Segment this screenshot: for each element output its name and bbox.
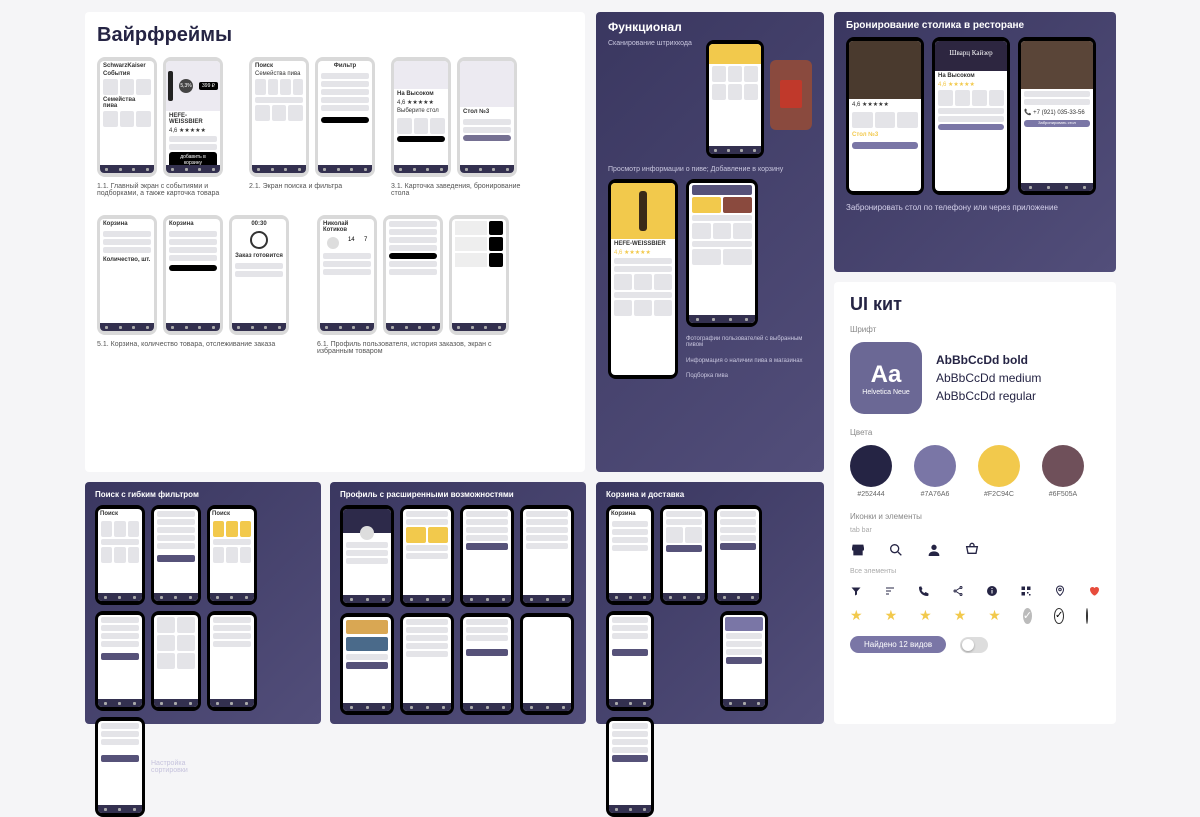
wireframe-home: SchwarzKaiser События Семейства пива [97, 57, 157, 177]
sort-icon [884, 583, 896, 599]
star-icon: ★ [954, 607, 967, 624]
star-icon: ★ [988, 607, 1001, 624]
wireframes-title: Вайрфреймы [97, 24, 573, 47]
functional-title: Функционал [608, 20, 812, 34]
search-icon [888, 542, 904, 558]
circle-icon [1086, 608, 1088, 624]
count-pill[interactable]: Найдено 12 видов [850, 636, 946, 653]
phone-icon [918, 583, 930, 599]
swatch-3: #6F505A [1042, 445, 1084, 498]
booking-contact-phone: 📞 +7 (921) 035-33-56 Забронировать стол [1018, 37, 1096, 195]
star-icon: ★ [885, 607, 898, 624]
booking-caption: Забронировать стол по телефону или через… [846, 203, 1104, 212]
caption-6-1: 6.1. Профиль пользователя, история заказ… [317, 341, 517, 355]
check-filled-icon: ✓ [1023, 608, 1032, 624]
cart-panel: Корзина и доставка Корзина [596, 482, 824, 724]
caption-5-1: 5.1. Корзина, количество товара, отслежи… [97, 341, 297, 348]
qr-icon [1020, 583, 1032, 599]
wireframe-order: 00:30 Заказ готовится [229, 215, 289, 335]
booking-detail-phone: Шварц Кайзер На Высоком 4,6 ★★★★★ [932, 37, 1010, 195]
caption-2-1: 2.1. Экран поиска и фильтра [249, 183, 379, 190]
wireframe-venue: На Высоком 4,6 ★★★★★ Выберите стол [391, 57, 451, 177]
wireframe-cart: Корзина Количество, шт. [97, 215, 157, 335]
swatch-2: #F2C94C [978, 445, 1020, 498]
font-badge: Aa Helvetica Neue [850, 342, 922, 414]
toggle[interactable] [960, 637, 988, 653]
info-icon [986, 583, 998, 599]
heart-icon [1088, 583, 1100, 599]
caption-1-1: 1.1. Главный экран с событиями и подборк… [97, 183, 237, 197]
star-icon: ★ [850, 607, 863, 624]
icons-section: Иконки и элементы [850, 512, 1100, 521]
booking-venue-phone: 4,6 ★★★★★ Стол №3 [846, 37, 924, 195]
font-section: Шрифт [850, 325, 1100, 334]
search-panel: Поиск с гибким фильтром Поиск Поиск Наст… [85, 482, 321, 724]
colors-section: Цвета [850, 428, 1100, 437]
swatch-0: #252444 [850, 445, 892, 498]
profile-title: Профиль с расширенными возможностями [340, 490, 576, 499]
share-icon [952, 583, 964, 599]
func-product-phone: HEFE-WEISSBIER 4,6 ★★★★★ [608, 179, 678, 379]
wireframe-table: Стол №3 [457, 57, 517, 177]
wireframe-product: 5,3% 399 ₽ HEFE-WEISSBIER 4,6 ★★★★★ доба… [163, 57, 223, 177]
search-title: Поиск с гибким фильтром [95, 490, 311, 499]
functional-panel: Функционал Сканирование штрихкода Просмо… [596, 12, 824, 472]
check-outline-icon: ✓ [1054, 608, 1064, 624]
wireframe-profile: Николай Котиков 147 [317, 215, 377, 335]
store-icon [850, 542, 866, 558]
profile-panel: Профиль с расширенными возможностями Sch… [330, 482, 586, 724]
swatch-1: #7A76A6 [914, 445, 956, 498]
barcode-crop [770, 60, 812, 130]
filter-icon [850, 583, 862, 599]
pin-icon [1054, 583, 1066, 599]
cart-icon [964, 542, 980, 558]
func-home-phone [686, 179, 758, 327]
booking-title: Бронирование столика в ресторане [846, 20, 1104, 31]
user-icon [926, 542, 942, 558]
wireframe-cart-2: Корзина [163, 215, 223, 335]
wireframe-filter: Фильтр [315, 57, 375, 177]
cart-title: Корзина и доставка [606, 490, 814, 499]
wireframe-fav [449, 215, 509, 335]
uikit-panel: UI кит Шрифт Aa Helvetica Neue AbBbCcDd … [834, 282, 1116, 724]
uikit-title: UI кит [850, 294, 1100, 315]
caption-3-1: 3.1. Карточка заведения, бронирование ст… [391, 183, 521, 197]
booking-panel: Бронирование столика в ресторане 4,6 ★★★… [834, 12, 1116, 272]
wireframe-search: Поиск Семейства пива [249, 57, 309, 177]
wireframe-history [383, 215, 443, 335]
wireframes-panel: Вайрфреймы SchwarzKaiser События Семейст… [85, 12, 585, 472]
star-icon: ★ [919, 607, 932, 624]
func-scan-phone [706, 40, 764, 158]
